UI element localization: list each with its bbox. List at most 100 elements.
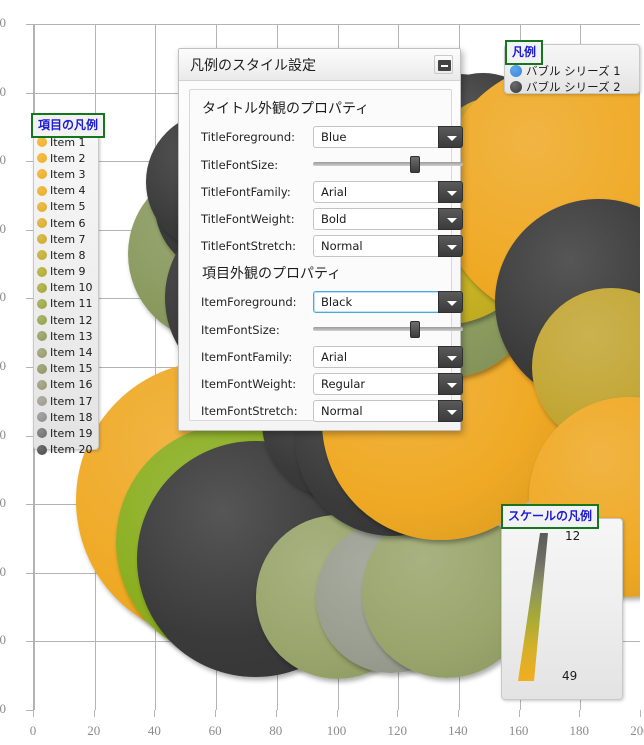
item-legend-swatch [37,137,47,148]
x-axis-tick-label: 100 [326,723,347,738]
item-foreground-combobox[interactable]: Black [313,291,463,313]
item-legend-row[interactable]: Item 14 [34,344,98,360]
item-legend-row[interactable]: Item 10 [34,280,98,296]
scale-legend[interactable]: 12 49 [501,518,623,700]
item-legend-row[interactable]: Item 12 [34,312,98,328]
item-legend-swatch [37,218,47,229]
slider-thumb[interactable] [410,321,420,338]
item-legend-swatch [37,396,47,407]
scale-gradient-bar [518,533,548,681]
dialog-body: タイトル外観のプロパティ TitleForeground: Blue Title… [189,89,463,422]
item-legend-swatch [37,250,47,261]
item-legend-swatch [37,185,47,196]
title-foreground-combobox[interactable]: Blue [313,126,463,148]
item-legend-row[interactable]: Item 11 [34,296,98,312]
item-legend-row[interactable]: Item 7 [34,231,98,247]
title-font-size-slider[interactable] [313,154,463,174]
item-legend-label: Item 12 [50,313,93,327]
item-legend-row[interactable]: Item 17 [34,393,98,409]
chevron-down-icon[interactable] [438,346,463,368]
x-axis-tick-label: 200 [630,723,644,738]
title-appearance-section-heading: タイトル外観のプロパティ [202,101,370,117]
chevron-down-icon[interactable] [438,208,463,230]
title-font-weight-combobox[interactable]: Bold [313,208,463,230]
item-legend-row[interactable]: Item 9 [34,264,98,280]
item-font-stretch-combobox[interactable]: Normal [313,400,463,422]
y-axis-tick [26,710,33,711]
minimize-button[interactable] [434,55,453,74]
item-legend-label: Item 19 [50,426,93,440]
item-font-size-slider[interactable] [313,319,463,339]
y-axis-tick-label: 180 [0,83,6,99]
item-legend-row[interactable]: Item 19 [34,425,98,441]
x-axis-tick-label: 0 [29,723,37,738]
item-legend-row[interactable]: Item 3 [34,166,98,182]
title-font-stretch-combobox[interactable]: Normal [313,235,463,257]
item-legend-row[interactable]: Item 4 [34,183,98,199]
chevron-down-icon[interactable] [438,181,463,203]
item-font-weight-combobox[interactable]: Regular [313,373,463,395]
item-font-family-combobox[interactable]: Arial [313,346,463,368]
item-legend-row[interactable]: Item 13 [34,328,98,344]
series-legend-title-selection[interactable]: 凡例 [505,40,544,65]
y-axis-tick-label: 100 [0,358,6,373]
item-legend-row[interactable]: Item 6 [34,215,98,231]
item-legend-row[interactable]: Item 5 [34,199,98,215]
y-axis-tick [26,92,33,94]
chevron-down-icon[interactable] [438,126,463,148]
chevron-down-icon[interactable] [438,373,463,395]
y-axis-tick-label: 60 [0,495,6,511]
slider-track [313,162,463,166]
item-legend-label: Item 8 [50,248,86,262]
row-title-font-weight: TitleFontWeight: Bold [201,208,463,230]
y-axis-tick [26,572,33,574]
item-font-stretch-label: ItemFontStretch: [201,404,298,418]
title-font-weight-value: Bold [321,212,347,226]
dialog-titlebar[interactable]: 凡例のスタイル設定 [179,49,460,81]
x-axis-tick-label: 140 [448,723,468,738]
title-font-family-combobox[interactable]: Arial [313,181,463,203]
item-legend-row[interactable]: Item 8 [34,247,98,263]
y-axis-tick [26,367,33,368]
row-title-foreground: TitleForeground: Blue [201,126,463,148]
series-legend-swatch [510,65,522,78]
item-legend-label: Item 11 [50,297,93,311]
x-axis-tick [640,710,641,717]
item-legend-row[interactable]: Item 18 [34,409,98,425]
slider-thumb[interactable] [410,156,420,173]
item-legend-row[interactable]: Item 2 [34,150,98,166]
item-legend[interactable]: Item 1 Item 2 Item 3 Item 4 Item 5 Item 6 Item… [33,130,99,456]
item-legend-swatch [37,298,47,309]
item-legend-swatch [37,379,47,390]
x-axis-tick [518,710,520,717]
item-legend-label: Item 13 [50,329,93,343]
scale-legend-bottom-value: 49 [562,669,578,683]
chevron-down-icon[interactable] [438,235,463,257]
title-foreground-label: TitleForeground: [201,130,295,144]
x-axis-tick [33,710,34,717]
chevron-down-icon[interactable] [438,291,463,313]
series-legend-row[interactable]: バブル シリーズ 1 [505,63,639,79]
title-font-stretch-value: Normal [321,239,363,253]
chart-screenshot: 0 20 40 60 80 100 120 140 160 180 200 0 20 40 60 80 100… [0,0,644,745]
row-item-font-stretch: ItemFontStretch: Normal [201,400,463,422]
row-item-font-weight: ItemFontWeight: Regular [201,373,463,395]
item-legend-title-selection[interactable]: 項目の凡例 [31,113,106,138]
y-axis-tick [26,298,33,300]
item-font-family-value: Arial [321,350,348,364]
series-legend-title: 凡例 [512,45,537,59]
item-legend-row[interactable]: Item 16 [34,377,98,393]
item-legend-row[interactable]: Item 20 [34,442,98,458]
series-legend-row[interactable]: バブル シリーズ 2 [505,79,639,95]
legend-style-dialog[interactable]: 凡例のスタイル設定 タイトル外観のプロパティ TitleForeground: … [178,48,463,431]
row-item-font-size: ItemFontSize: [201,319,463,341]
item-legend-row[interactable]: Item 15 [34,361,98,377]
scale-legend-title: スケールの凡例 [508,509,593,523]
scale-legend-title-selection[interactable]: スケールの凡例 [501,504,600,529]
dialog-title: 凡例のスタイル設定 [190,58,316,74]
series-legend-swatch [510,81,522,94]
item-legend-label: Item 14 [50,346,93,360]
chevron-down-icon[interactable] [438,400,463,422]
x-axis-tick [579,710,581,717]
item-legend-label: Item 5 [50,200,86,214]
